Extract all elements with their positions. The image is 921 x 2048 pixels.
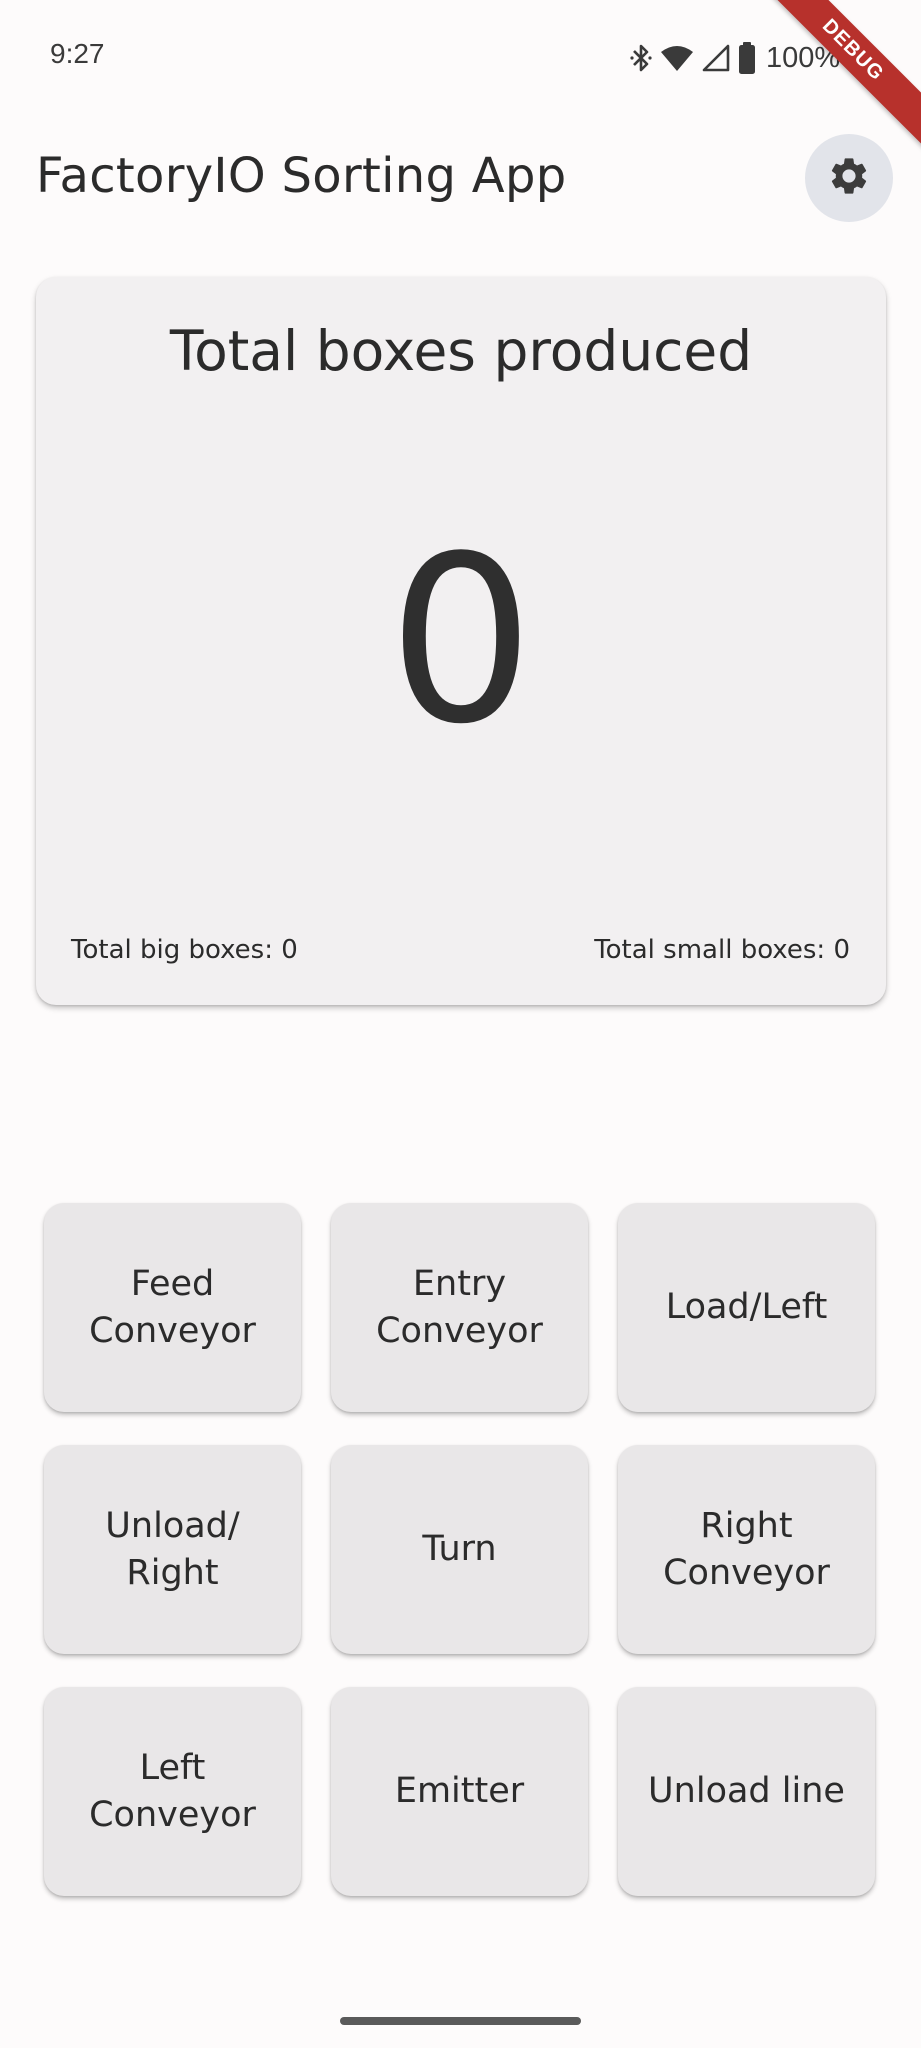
unload-right-button[interactable]: Unload/ Right xyxy=(44,1445,301,1654)
entry-conveyor-button[interactable]: Entry Conveyor xyxy=(331,1203,588,1412)
status-bar: 9:27 100% xyxy=(0,0,921,116)
summary-title: Total boxes produced xyxy=(169,319,753,383)
load-left-button[interactable]: Load/Left xyxy=(618,1203,875,1412)
gear-icon xyxy=(827,154,871,202)
small-boxes-count: Total small boxes: 0 xyxy=(594,935,850,965)
control-button-grid: Feed Conveyor Entry Conveyor Load/Left U… xyxy=(44,1203,877,1896)
cellular-signal-icon xyxy=(702,44,730,72)
app-title: FactoryIO Sorting App xyxy=(36,148,567,204)
summary-card: Total boxes produced 0 Total big boxes: … xyxy=(36,277,886,1005)
status-icons: 100% xyxy=(630,40,840,76)
total-boxes-count: 0 xyxy=(387,508,535,775)
unload-line-button[interactable]: Unload line xyxy=(618,1687,875,1896)
emitter-button[interactable]: Emitter xyxy=(331,1687,588,1896)
gesture-navigation-bar[interactable] xyxy=(340,2017,581,2025)
status-time: 9:27 xyxy=(50,38,105,69)
bluetooth-icon xyxy=(630,43,652,73)
settings-button[interactable] xyxy=(805,134,893,222)
big-boxes-count: Total big boxes: 0 xyxy=(71,935,298,965)
feed-conveyor-button[interactable]: Feed Conveyor xyxy=(44,1203,301,1412)
left-conveyor-button[interactable]: Left Conveyor xyxy=(44,1687,301,1896)
wifi-icon xyxy=(660,44,694,72)
battery-icon xyxy=(738,42,756,74)
right-conveyor-button[interactable]: Right Conveyor xyxy=(618,1445,875,1654)
turn-button[interactable]: Turn xyxy=(331,1445,588,1654)
